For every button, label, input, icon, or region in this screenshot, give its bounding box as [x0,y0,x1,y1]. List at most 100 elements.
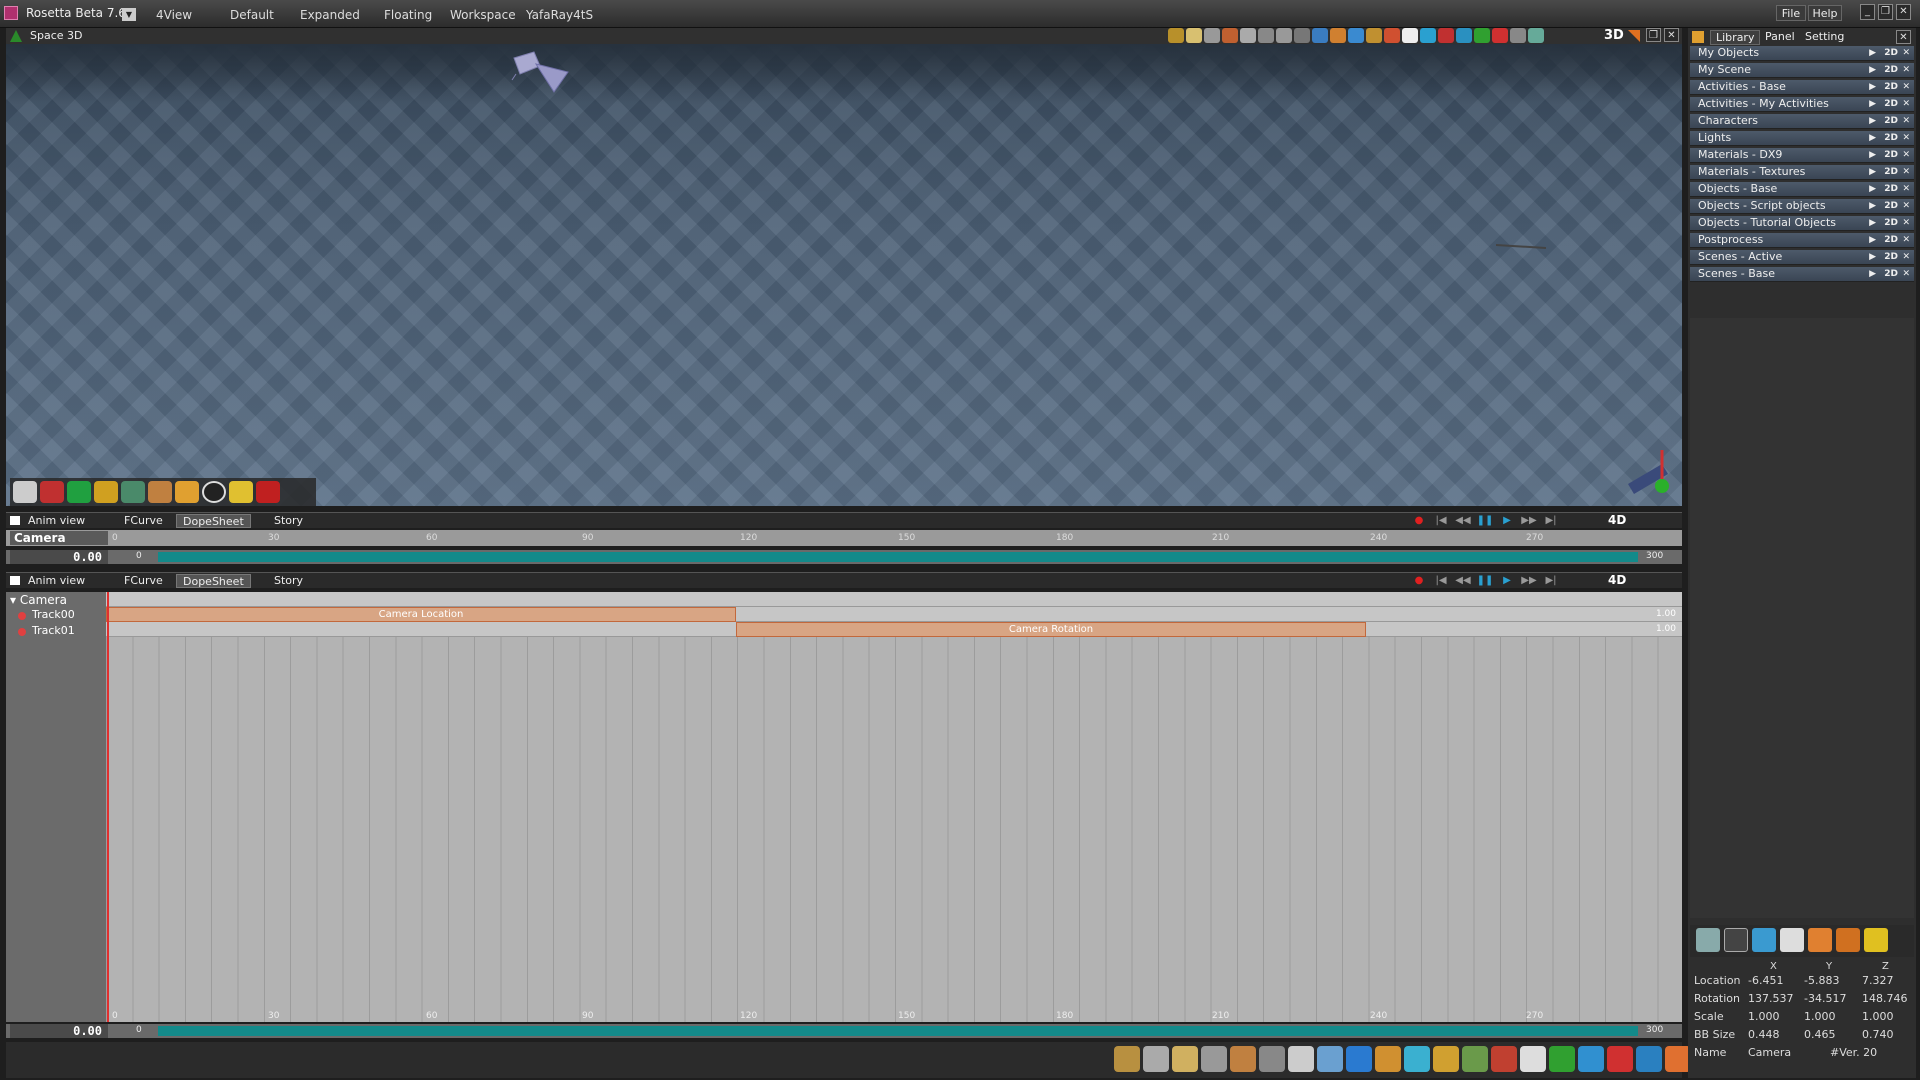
remove-icon[interactable]: ✕ [1902,114,1910,128]
library-item[interactable]: Objects - Script objects ▶ 2D ✕ [1690,199,1914,214]
grid-icon[interactable] [1259,1046,1285,1072]
library-item[interactable]: Postprocess ▶ 2D ✕ [1690,233,1914,248]
document-icon[interactable] [1780,928,1804,952]
library-item[interactable]: Scenes - Base ▶ 2D ✕ [1690,267,1914,282]
prop-y[interactable]: -34.517 [1804,992,1846,1005]
time-slider-bottom[interactable]: 0.00 0 300 [6,1024,1682,1038]
clip-camera-location[interactable]: Camera Location [106,607,736,622]
anim-view-bottom-checkbox[interactable] [10,576,20,585]
lib-tag[interactable]: 2D [1884,46,1898,60]
prop-z[interactable]: 7.327 [1862,974,1894,987]
prop-x[interactable]: 1.000 [1748,1010,1780,1023]
z-axis-icon[interactable] [1474,28,1490,43]
menu-tab-yafaray[interactable]: YafaRay4tS [526,8,593,22]
axes-icon[interactable] [1520,1046,1546,1072]
clip-camera-rotation[interactable]: Camera Rotation [736,622,1366,637]
menu-tab-expanded[interactable]: Expanded [300,8,360,22]
render-icon[interactable] [1724,928,1748,952]
move-tool-icon[interactable] [1168,28,1184,43]
remove-icon[interactable]: ✕ [1902,63,1910,77]
pause-icon[interactable]: ❚❚ [1476,574,1494,587]
x-axis-icon[interactable] [1438,28,1454,43]
lib-tag[interactable]: 2D [1884,114,1898,128]
library-item[interactable]: Lights ▶ 2D ✕ [1690,131,1914,146]
menu-tab-floating[interactable]: Floating [384,8,432,22]
prop-z[interactable]: 148.746 [1862,992,1908,1005]
title-dropdown-button[interactable]: ▼ [122,8,136,21]
pause-icon[interactable]: ❚❚ [1476,514,1494,527]
expand-arrow-icon[interactable]: ▶ [1869,80,1876,94]
scale-tool-icon[interactable] [1204,28,1220,43]
remove-icon[interactable]: ✕ [1902,182,1910,196]
lib-tag[interactable]: 2D [1884,80,1898,94]
library-item[interactable]: Activities - Base ▶ 2D ✕ [1690,80,1914,95]
expand-arrow-icon[interactable]: ▶ [1869,199,1876,213]
water-icon[interactable] [1752,928,1776,952]
library-item[interactable]: Scenes - Active ▶ 2D ✕ [1690,250,1914,265]
paint-tool-icon[interactable] [1348,28,1364,43]
pan-tool-icon[interactable] [1258,28,1274,43]
dopesheet-grid[interactable] [106,592,1682,1022]
play-icon[interactable]: ▶ [1498,574,1516,587]
blue-cube-icon[interactable] [1346,1046,1372,1072]
hand-icon[interactable] [1172,1046,1198,1072]
expand-arrow-icon[interactable]: ▶ [1869,233,1876,247]
expand-arrow-icon[interactable]: ▶ [1869,267,1876,281]
x-icon[interactable] [1549,1046,1575,1072]
tab-panel[interactable]: Panel [1760,30,1800,43]
pencil-icon[interactable] [1433,1046,1459,1072]
wrench-icon[interactable] [1143,1046,1169,1072]
playhead-line[interactable] [107,592,109,1022]
remove-icon[interactable]: ✕ [1902,199,1910,213]
menu-tab-default[interactable]: Default [230,8,274,22]
lib-tag[interactable]: 2D [1884,182,1898,196]
expand-arrow-icon[interactable]: ▶ [1869,148,1876,162]
texture-icon[interactable] [1696,928,1720,952]
vine-icon[interactable] [1462,1046,1488,1072]
remove-icon[interactable]: ✕ [1902,165,1910,179]
cube-icon[interactable] [67,481,91,503]
expand-arrow-icon[interactable]: ▶ [1869,250,1876,264]
object-name-field[interactable]: Camera [1748,1046,1791,1059]
library-item[interactable]: My Objects ▶ 2D ✕ [1690,46,1914,61]
prop-x[interactable]: 137.537 [1748,992,1794,1005]
restore-icon[interactable]: ❐ [1878,4,1893,20]
tools-icon[interactable] [1114,1046,1140,1072]
remove-icon[interactable]: ✕ [1902,80,1910,94]
library-item[interactable]: My Scene ▶ 2D ✕ [1690,63,1914,78]
menu-tab-workspace[interactable]: Workspace [450,8,516,22]
library-item[interactable]: Materials - Textures ▶ 2D ✕ [1690,165,1914,180]
viewport-close-icon[interactable]: ✕ [1664,28,1679,42]
remove-icon[interactable]: ✕ [1902,97,1910,111]
remove-icon[interactable]: ✕ [1902,267,1910,281]
minimize-icon[interactable]: _ [1860,4,1875,20]
tab-library[interactable]: Library [1710,30,1761,45]
terrain-icon[interactable] [121,481,145,503]
library-item[interactable]: Objects - Tutorial Objects ▶ 2D ✕ [1690,216,1914,231]
viewport-3d[interactable] [6,44,1682,506]
brush-tool-icon[interactable] [1366,28,1382,43]
orbit-tool-icon[interactable] [1240,28,1256,43]
expand-arrow-icon[interactable]: ▶ [1869,97,1876,111]
tab-dopesheet-top[interactable]: DopeSheet [176,514,251,528]
step-back-icon[interactable]: ◀◀ [1454,514,1472,527]
anim-bottom-mode[interactable]: 4D [1608,573,1626,587]
track01-label[interactable]: Track01 [32,624,75,637]
viewport-maximize-icon[interactable]: ❐ [1646,28,1661,42]
help-button[interactable]: Help [1808,5,1842,21]
menu-tab-4view[interactable]: 4View [156,8,192,22]
snap-tool-icon[interactable] [1528,28,1544,43]
loop-icon[interactable] [1636,1046,1662,1072]
scissors-icon[interactable] [1201,1046,1227,1072]
expand-arrow-icon[interactable]: ▶ [1869,182,1876,196]
y-icon[interactable] [1578,1046,1604,1072]
grass-icon[interactable] [148,481,172,503]
particles-icon[interactable] [175,481,199,503]
step-forward-icon[interactable]: ▶▶ [1520,574,1538,587]
pointer-tool-icon[interactable] [1402,28,1418,43]
cyan-shape-icon[interactable] [1404,1046,1430,1072]
time-range-bar-top[interactable] [158,552,1638,562]
palette-icon[interactable] [1808,928,1832,952]
prop-y[interactable]: -5.883 [1804,974,1839,987]
lib-tag[interactable]: 2D [1884,233,1898,247]
